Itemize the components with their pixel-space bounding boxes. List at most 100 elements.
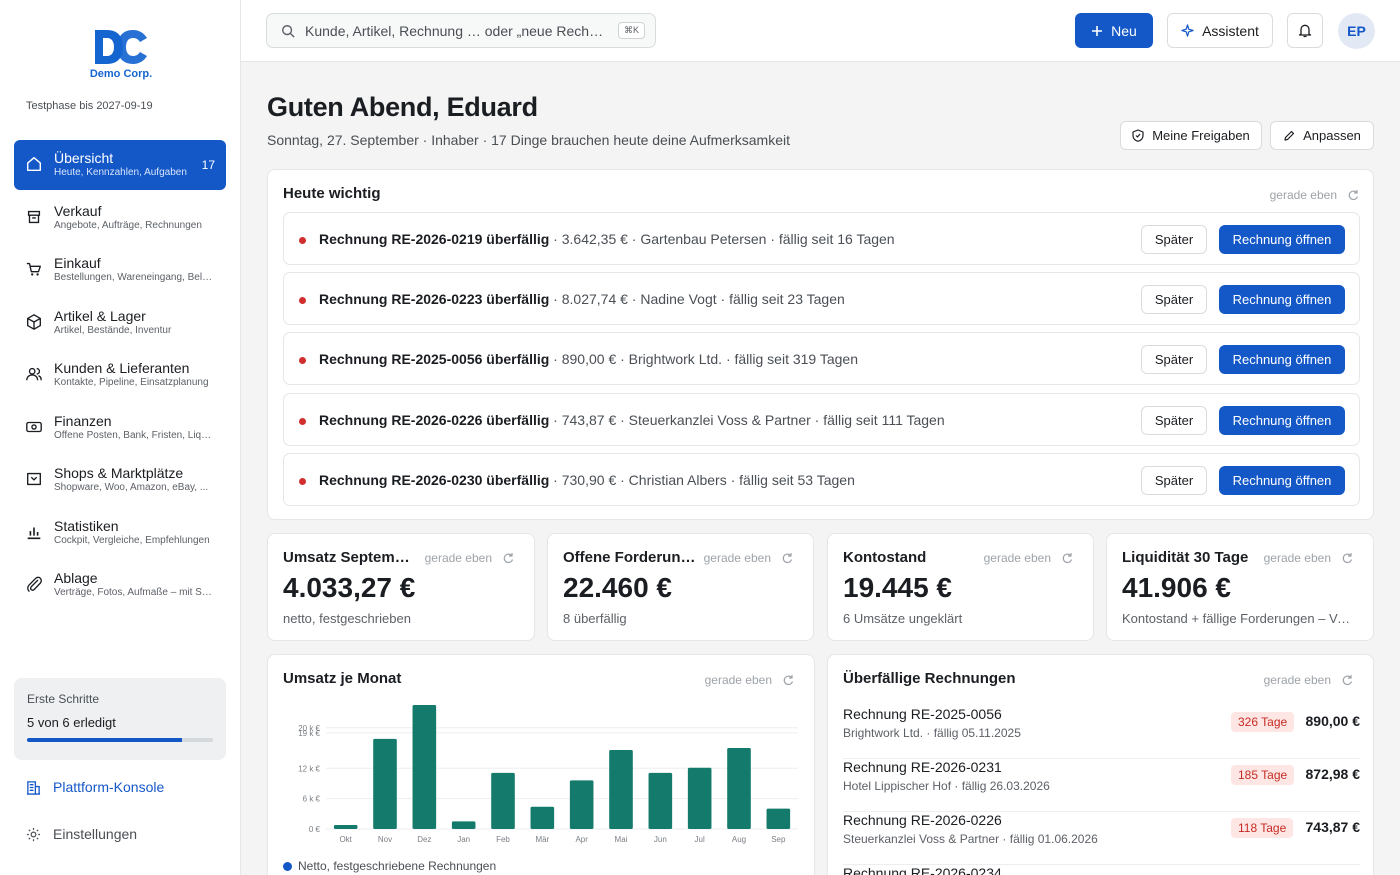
sidebar-item-statistiken[interactable]: Statistiken Cockpit, Vergleiche, Empfehl… [14,508,226,558]
bar-jul[interactable] [687,767,712,829]
notifications-button[interactable] [1287,13,1323,48]
alert-title: Rechnung RE-2026-0219 überfällig [319,231,550,247]
chart-legend: Netto, festgeschriebene Rechnungen [283,859,496,873]
invoice-detail: Steuerkanzlei Voss & Partner · fällig 01… [843,832,1098,846]
refresh-icon[interactable] [1341,674,1353,686]
sidebar-item-sub: Offene Posten, Bank, Fristen, Liquidität [54,429,216,441]
company-logo[interactable]: Demo Corp. [88,28,154,82]
refresh-icon[interactable] [781,552,793,564]
sidebar-item-sub: Kontakte, Pipeline, Einsatzplanung [54,377,209,388]
bar-apr[interactable] [569,780,594,829]
later-button[interactable]: Später [1141,406,1207,435]
kpi-card-balance[interactable]: Kontostand gerade eben 19.445 € 6 Umsätz… [827,533,1094,641]
open-invoice-button[interactable]: Rechnung öffnen [1219,466,1345,495]
bar-mär[interactable] [530,806,555,829]
sidebar-item-uebersicht[interactable]: Übersicht Heute, Kennzahlen, Aufgaben 17 [14,140,226,190]
refresh-icon[interactable] [1341,552,1353,564]
sidebar-item-sub: Bestellungen, Wareneingang, Belege [54,272,216,283]
count-badge: 17 [201,158,215,172]
alert-dot [299,357,306,364]
onboarding-progress-fill [27,738,182,742]
alert-text: Rechnung RE-2026-0219 überfällig · 3.642… [319,231,895,247]
overdue-row[interactable]: Rechnung RE-2026-0234 [843,865,1360,875]
sidebar-item-finanzen[interactable]: Finanzen Offene Posten, Bank, Fristen, L… [14,403,226,453]
kpi-card-liquidity[interactable]: Liquidität 30 Tage gerade eben 41.906 € … [1106,533,1374,641]
onboarding-card[interactable]: Erste Schritte 5 von 6 erledigt [14,678,226,760]
bar-aug[interactable] [727,748,751,829]
sidebar-item-shops[interactable]: Shops & Marktplätze Shopware, Woo, Amazo… [14,455,226,505]
invoice-amount: 872,98 € [1305,766,1361,782]
later-button[interactable]: Später [1141,345,1207,374]
bar-nov[interactable] [373,738,397,829]
later-button[interactable]: Später [1141,225,1207,254]
customize-button[interactable]: Anpassen [1270,121,1374,150]
sidebar-item-sub: Artikel, Bestände, Inventur [54,324,172,336]
x-tick-label: Jul [695,835,705,844]
trial-notice: Testphase bis 2027-09-19 [26,100,153,112]
chart-icon [27,527,41,539]
platform-console-label: Plattform-Konsole [53,779,165,795]
approvals-button[interactable]: Meine Freigaben [1120,121,1262,150]
alert-row: Rechnung RE-2026-0230 überfällig · 730,9… [283,453,1360,506]
sidebar-item-verkauf[interactable]: Verkauf Angebote, Aufträge, Rechnungen [14,193,226,243]
sidebar-item-label: Ablage [54,570,98,586]
overdue-row[interactable]: Rechnung RE-2026-0226 Steuerkanzlei Voss… [843,812,1360,865]
later-button[interactable]: Später [1141,285,1207,314]
sidebar-item-label: Einkauf [54,255,101,271]
kpi-card-revenue[interactable]: Umsatz September gerade eben 4.033,27 € … [267,533,535,641]
avatar[interactable]: EP [1338,13,1375,49]
alert-detail: · 8.027,74 € · Nadine Vogt · fällig seit… [549,291,845,307]
sidebar-item-label: Verkauf [54,202,102,219]
invoice-number: Rechnung RE-2025-0056 [843,706,1002,722]
users-icon [26,367,42,381]
alert-title: Rechnung RE-2026-0230 überfällig [319,472,550,488]
bar-feb[interactable] [491,772,515,829]
sidebar-item-artikel[interactable]: Artikel & Lager Artikel, Bestände, Inven… [14,298,226,348]
alert-text: Rechnung RE-2025-0056 überfällig · 890,0… [319,351,858,367]
open-invoice-button[interactable]: Rechnung öffnen [1219,406,1345,435]
bar-sep[interactable] [766,808,791,829]
bar-jun[interactable] [648,772,673,829]
plus-icon [1092,25,1103,36]
card-title: Heute wichtig [283,185,381,202]
onboarding-progress-bar [27,738,213,742]
refresh-text: gerade eben [1269,188,1337,202]
new-button[interactable]: Neu [1075,13,1153,48]
x-tick-label: Mai [615,835,628,844]
sidebar-item-ablage[interactable]: Ablage Verträge, Fotos, Aufmaße – mit Su… [14,560,226,610]
alert-title: Rechnung RE-2026-0223 überfällig [319,291,550,307]
open-invoice-button[interactable]: Rechnung öffnen [1219,285,1345,314]
kpi-sub: netto, festgeschrieben [283,611,411,626]
assistant-button[interactable]: Assistent [1167,13,1273,48]
refresh-icon[interactable] [1347,189,1359,201]
search-input[interactable]: Kunde, Artikel, Rechnung … oder „neue Re… [266,13,656,48]
sidebar-item-kunden[interactable]: Kunden & Lieferanten Kontakte, Pipeline,… [14,350,226,400]
bar-okt[interactable] [333,824,358,829]
alert-dot [299,478,306,485]
refresh-icon[interactable] [502,552,514,564]
topbar: Kunde, Artikel, Rechnung … oder „neue Re… [241,0,1400,62]
y-tick-label: 0 € [309,825,321,834]
bar-mai[interactable] [609,750,633,829]
sidebar-item-sub: Heute, Kennzahlen, Aufgaben [54,167,187,178]
kpi-card-receivables[interactable]: Offene Forderungen gerade eben 22.460 € … [547,533,814,641]
bar-jan[interactable] [451,821,476,829]
sidebar-item-einkauf[interactable]: Einkauf Bestellungen, Wareneingang, Bele… [14,245,226,295]
open-invoice-button[interactable]: Rechnung öffnen [1219,345,1345,374]
platform-console-link[interactable]: Plattform-Konsole [26,779,164,795]
today-important-card: Heute wichtig gerade eben Rechnung RE-20… [267,169,1374,520]
sidebar-item-label: Übersicht [54,150,114,166]
bell-icon [1298,24,1312,38]
gear-icon [26,827,41,841]
alert-detail: · 730,90 € · Christian Albers · fällig s… [549,472,855,488]
refresh-icon[interactable] [1061,552,1073,564]
bar-dez[interactable] [412,705,437,829]
box-icon [27,313,41,330]
overdue-row[interactable]: Rechnung RE-2025-0056 Brightwork Ltd. · … [843,706,1360,759]
overdue-row[interactable]: Rechnung RE-2026-0231 Hotel Lippischer H… [843,759,1360,812]
refresh-text: gerade eben [424,551,492,565]
open-invoice-button[interactable]: Rechnung öffnen [1219,225,1345,254]
invoice-number: Rechnung RE-2026-0234 [843,865,1002,875]
settings-link[interactable]: Einstellungen [26,826,137,842]
later-button[interactable]: Später [1141,466,1207,495]
